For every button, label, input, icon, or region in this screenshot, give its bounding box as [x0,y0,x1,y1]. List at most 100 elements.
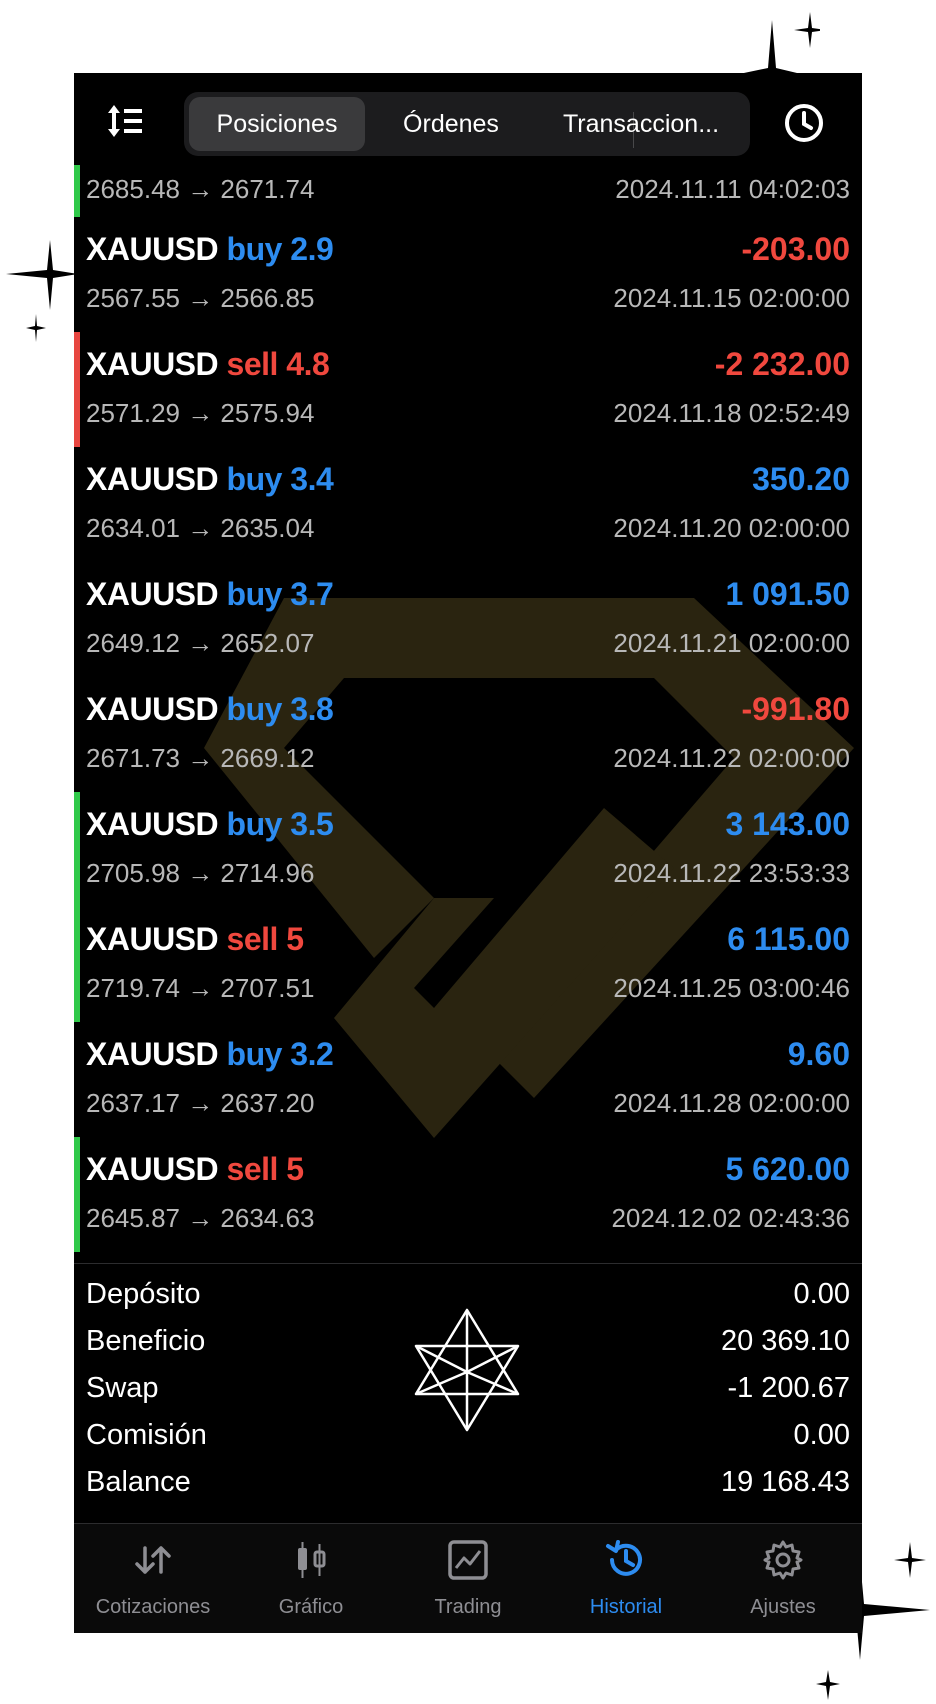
app-screen: Posiciones Órdenes Transaccion... 2685.4… [74,73,862,1633]
summary-value: 0.00 [793,1278,850,1310]
summary-comision: Comisión 0.00 [86,1419,850,1465]
trade-profit: 1 091.50 [725,576,850,612]
trade-title: XAUUSD sell 4.8 [86,346,330,383]
trade-symbol: XAUUSD [86,1151,219,1187]
nav-historial[interactable]: Historial [547,1524,705,1633]
trade-side: buy 3.2 [226,1036,334,1072]
summary-value: 20 369.10 [720,1325,850,1357]
trade-symbol: XAUUSD [86,1036,219,1072]
price-range: 2637.17 → 2637.20 [86,1088,315,1118]
summary-balance: Balance 19 168.43 [86,1466,850,1512]
nav-label: Ajustes [750,1596,816,1618]
sparkle-decoration [6,240,78,342]
tab-ordenes[interactable]: Órdenes [365,97,537,151]
list-item[interactable]: XAUUSD buy 3.7 1 091.50 2649.12 → 2652.07 2… [74,562,862,677]
trade-side: buy 3.5 [226,806,334,842]
trade-profit: -203.00 [741,231,850,267]
trade-history-list: 2685.48 → 2671.74 2024.11.11 04:02:03 XA… [74,165,862,1252]
summary-label: Balance [86,1466,191,1498]
summary-label: Beneficio [86,1325,206,1357]
nav-trading[interactable]: Trading [389,1524,547,1633]
trade-side: sell 5 [226,1151,305,1187]
price-range: 2685.48 → 2671.74 [86,174,315,204]
close-time: 2024.11.22 23:53:33 [613,858,850,888]
trading-icon [448,1540,488,1580]
close-time: 2024.11.28 02:00:00 [613,1088,850,1118]
summary-value: 0.00 [793,1419,850,1451]
summary-value: 19 168.43 [720,1466,850,1498]
nav-grafico[interactable]: Gráfico [232,1524,390,1633]
trade-symbol: XAUUSD [86,806,219,842]
list-item[interactable]: XAUUSD buy 2.9 -203.00 2567.55 → 2566.85 20… [74,217,862,332]
list-item[interactable]: XAUUSD sell 5 6 115.00 2719.74 → 2707.51 20… [74,907,862,1022]
bottom-tab-bar: Cotizaciones Gráfico Trading Historial A… [74,1523,862,1633]
nav-label: Gráfico [278,1596,344,1618]
chart-icon [298,1542,326,1578]
trade-title: XAUUSD sell 5 [86,921,304,958]
price-range: 2571.29 → 2575.94 [86,398,315,428]
price-range: 2719.74 → 2707.51 [86,973,315,1003]
tab-transacciones[interactable]: Transaccion... [537,97,745,151]
summary-label: Swap [86,1372,159,1404]
trade-title: XAUUSD buy 3.8 [86,691,334,728]
trade-side: buy 3.8 [226,691,334,727]
list-item[interactable]: XAUUSD buy 3.5 3 143.00 2705.98 → 2714.96 2… [74,792,862,907]
list-item[interactable]: XAUUSD buy 3.8 -991.80 2671.73 → 2669.12 20… [74,677,862,792]
summary-deposito: Depósito 0.00 [86,1278,850,1324]
price-range: 2634.01 → 2635.04 [86,513,315,543]
close-time: 2024.11.22 02:00:00 [613,743,850,773]
list-item[interactable]: 2685.48 → 2671.74 2024.11.11 04:02:03 [74,165,862,217]
trade-symbol: XAUUSD [86,576,219,612]
sort-icon[interactable] [104,99,148,143]
profit-marker [74,1137,80,1252]
trade-title: XAUUSD buy 3.4 [86,461,334,498]
close-time: 2024.11.21 02:00:00 [613,628,850,658]
trade-profit: 350.20 [752,461,850,497]
trade-side: sell 4.8 [226,346,330,382]
segmented-control: Posiciones Órdenes Transaccion... [184,92,750,156]
tab-posiciones[interactable]: Posiciones [189,97,365,151]
trade-profit: 9.60 [787,1036,850,1072]
trade-title: XAUUSD buy 3.5 [86,806,334,843]
summary-value: -1 200.67 [727,1372,850,1404]
trade-side: buy 3.7 [226,576,334,612]
trade-symbol: XAUUSD [86,691,219,727]
list-item[interactable]: XAUUSD buy 3.4 350.20 2634.01 → 2635.04 202… [74,447,862,562]
profit-marker [74,165,80,217]
list-item[interactable]: XAUUSD sell 5 5 620.00 2645.87 → 2634.63 20… [74,1137,862,1252]
close-time: 2024.11.20 02:00:00 [613,513,850,543]
trade-title: XAUUSD buy 3.7 [86,576,334,613]
trade-profit: 3 143.00 [725,806,850,842]
nav-label: Cotizaciones [95,1596,211,1618]
list-item[interactable]: XAUUSD buy 3.2 9.60 2637.17 → 2637.20 2024.… [74,1022,862,1137]
nav-ajustes[interactable]: Ajustes [704,1524,862,1633]
trade-symbol: XAUUSD [86,346,219,382]
profit-marker [74,907,80,1022]
close-time: 2024.11.25 03:00:46 [613,973,850,1003]
header-bar: Posiciones Órdenes Transaccion... [74,73,862,165]
close-time: 2024.11.15 02:00:00 [613,283,850,313]
trade-profit: -2 232.00 [714,346,850,382]
trade-symbol: XAUUSD [86,461,219,497]
history-icon [606,1540,642,1576]
clock-icon[interactable] [782,101,826,145]
price-range: 2649.12 → 2652.07 [86,628,315,658]
nav-label: Trading [434,1596,502,1618]
trade-side: sell 5 [226,921,305,957]
price-range: 2671.73 → 2669.12 [86,743,315,773]
summary-label: Depósito [86,1278,201,1310]
price-range: 2567.55 → 2566.85 [86,283,315,313]
profit-marker [74,332,80,447]
quotes-icon [135,1546,171,1574]
summary-label: Comisión [86,1419,207,1451]
close-time: 2024.11.18 02:52:49 [613,398,850,428]
trade-side: buy 3.4 [226,461,334,497]
trade-title: XAUUSD buy 3.2 [86,1036,334,1073]
account-summary: Depósito 0.00 Beneficio 20 369.10 Swap -… [74,1263,862,1524]
nav-cotizaciones[interactable]: Cotizaciones [74,1524,232,1633]
price-range: 2705.98 → 2714.96 [86,858,315,888]
settings-icon [763,1540,803,1580]
nav-label: Historial [589,1596,663,1618]
list-item[interactable]: XAUUSD sell 4.8 -2 232.00 2571.29 → 2575.9… [74,332,862,447]
price-range: 2645.87 → 2634.63 [86,1203,315,1233]
